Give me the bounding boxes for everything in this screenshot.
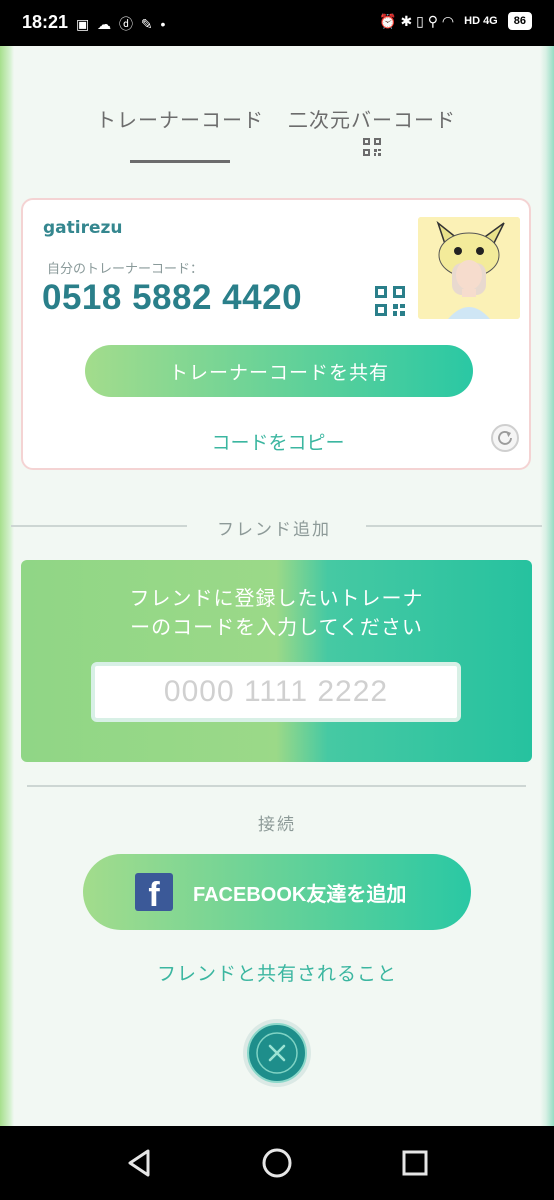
share-code-button[interactable]: トレーナーコードを共有	[85, 345, 473, 397]
avatar-image	[418, 217, 520, 319]
qr-code-icon[interactable]	[375, 286, 405, 316]
trainer-code-card: gatirezu 自分のトレーナーコード： 0518 5882 4420 トレー…	[21, 198, 531, 470]
instruction-line-2: ーのコードを入力してください	[130, 615, 423, 639]
notification-icons: ▣ ☁ ⓓ ✎ •	[76, 16, 168, 32]
recents-icon[interactable]	[398, 1146, 432, 1180]
friend-screen: トレーナーコード 二次元バーコード gatirezu 自分のトレーナーコード： …	[0, 46, 554, 1126]
close-button[interactable]	[243, 1019, 311, 1087]
status-right-icons: ⏰ ✱ ▯ ⚲ ◠ HD 4G 86	[379, 12, 532, 30]
instruction-line-1: フレンドに登録したいトレーナ	[129, 586, 424, 610]
trainer-code-value: 0518 5882 4420	[42, 278, 303, 317]
network-indicator: HD 4G	[464, 15, 498, 27]
back-icon[interactable]	[122, 1146, 156, 1180]
qr-code-icon[interactable]	[363, 138, 381, 156]
trainer-code-label: 自分のトレーナーコード：	[47, 262, 204, 277]
battery-icon: 86	[507, 12, 532, 30]
code-tabs: トレーナーコード 二次元バーコード	[0, 96, 554, 176]
tab-barcode[interactable]: 二次元バーコード	[288, 104, 456, 133]
connect-heading: 接続	[258, 815, 296, 835]
divider-connect	[27, 785, 526, 787]
home-icon[interactable]	[260, 1146, 294, 1180]
trainer-avatar	[418, 217, 520, 319]
system-status-icons: ⏰ ✱ ▯ ⚲ ◠	[379, 12, 455, 29]
tab-trainer-code[interactable]: トレーナーコード	[96, 104, 264, 133]
facebook-icon: f	[135, 873, 173, 914]
add-friend-panel: フレンドに登録したいトレーナ ーのコードを入力してください	[21, 560, 532, 762]
system-nav-bar	[0, 1126, 554, 1200]
refresh-icon[interactable]	[491, 424, 519, 452]
trainer-username: gatirezu	[43, 218, 123, 238]
facebook-button-label: FACEBOOK友達を追加	[193, 884, 407, 906]
add-friend-instruction: フレンドに登録したいトレーナ ーのコードを入力してください	[21, 584, 532, 642]
copy-code-link[interactable]: コードをコピー	[23, 428, 533, 455]
friend-code-input[interactable]	[91, 662, 461, 722]
add-friend-heading: フレンド追加	[217, 520, 331, 540]
status-time: 18:21	[22, 12, 69, 32]
status-bar: 18:21 ▣ ☁ ⓓ ✎ • ⏰ ✱ ▯ ⚲ ◠ HD 4G 86	[0, 0, 554, 46]
divider-left	[11, 525, 187, 527]
add-facebook-friends-button[interactable]: f FACEBOOK友達を追加	[83, 854, 471, 930]
shared-info-link[interactable]: フレンドと共有されること	[0, 959, 554, 986]
close-icon	[247, 1023, 307, 1083]
active-tab-indicator	[130, 160, 230, 163]
divider-right	[366, 525, 542, 527]
